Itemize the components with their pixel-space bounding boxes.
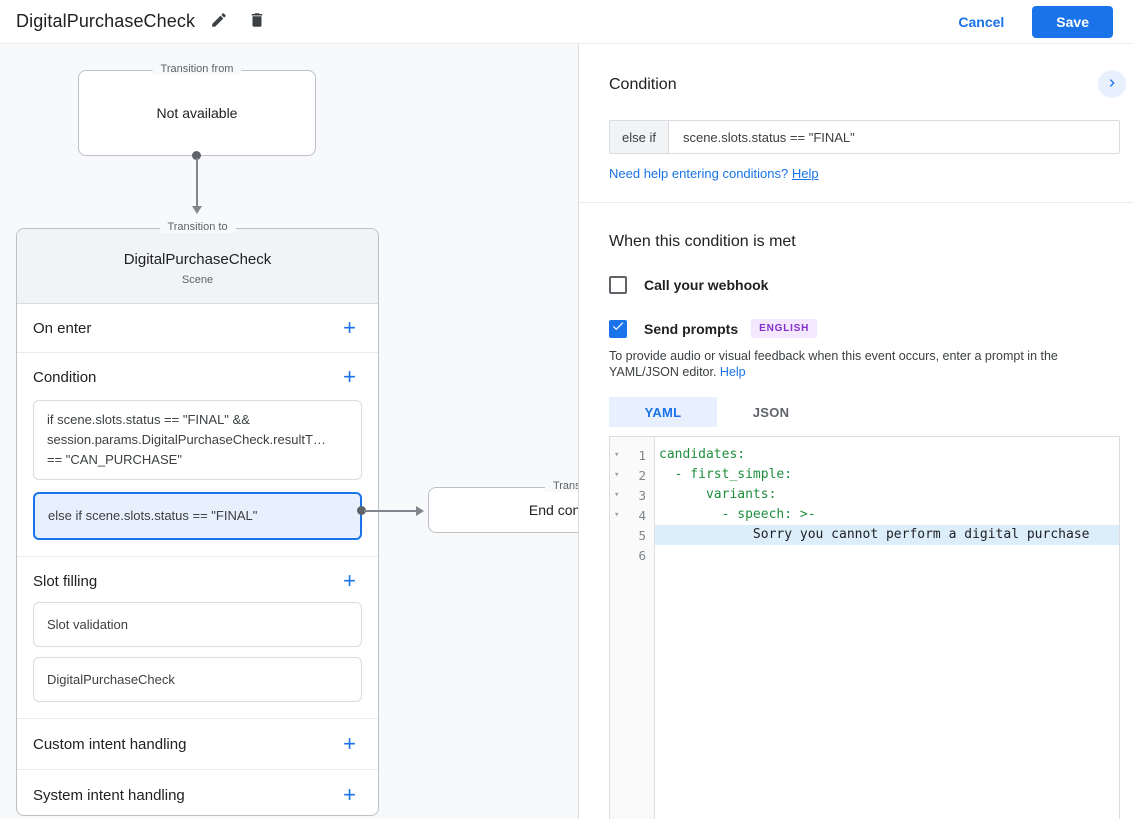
condition-help-line: Need help entering conditions? Help bbox=[609, 166, 1120, 181]
condition-elseif-text: else if scene.slots.status == "FINAL" bbox=[48, 508, 258, 523]
collapse-panel-button[interactable] bbox=[1098, 70, 1126, 98]
fold-arrow-icon[interactable]: ▾ bbox=[610, 450, 625, 460]
when-condition-met-title: When this condition is met bbox=[609, 233, 796, 250]
cancel-button[interactable]: Cancel bbox=[950, 8, 1012, 36]
slot-validation-item[interactable]: Slot validation bbox=[33, 602, 362, 647]
arrow-right-icon bbox=[416, 506, 424, 516]
connector-line-vertical bbox=[196, 158, 198, 206]
code-line: - speech: >- bbox=[659, 507, 816, 522]
scene-card-header: DigitalPurchaseCheck Scene bbox=[17, 229, 378, 304]
main-area: Transition from Not available Transition… bbox=[0, 44, 1133, 819]
line-number: 6 bbox=[638, 547, 646, 563]
editor-code-area[interactable]: candidates: - first_simple: variants: - … bbox=[655, 437, 1119, 819]
add-condition-button[interactable]: + bbox=[341, 366, 358, 388]
webhook-label: Call your webhook bbox=[644, 277, 769, 293]
topbar-actions: Cancel Save bbox=[950, 5, 1117, 38]
prompt-description: To provide audio or visual feedback when… bbox=[609, 349, 1058, 379]
condition-detail-panel: Condition else if Need help entering con… bbox=[578, 44, 1133, 819]
arrow-down-icon bbox=[192, 206, 202, 214]
pencil-icon bbox=[210, 11, 228, 32]
add-slot-button[interactable]: + bbox=[341, 570, 358, 592]
webhook-checkbox-row[interactable]: Call your webhook bbox=[609, 276, 1120, 294]
scene-type-label: Scene bbox=[181, 274, 214, 286]
help-text: Need help entering conditions? bbox=[609, 166, 792, 181]
send-prompts-label: Send prompts bbox=[644, 320, 739, 337]
slot-filling-label: Slot filling bbox=[33, 572, 98, 590]
language-badge: ENGLISH bbox=[751, 319, 818, 338]
page-title: DigitalPurchaseCheck bbox=[16, 11, 196, 31]
condition-if-line1: if scene.slots.status == "FINAL" && bbox=[47, 412, 250, 427]
add-custom-intent-button[interactable]: + bbox=[341, 733, 358, 755]
on-enter-label: On enter bbox=[33, 319, 92, 337]
panel-divider bbox=[579, 202, 1133, 203]
editor-gutter: ▾ 1 ▾ 2 ▾ 3 ▾ 4 5 6 bbox=[610, 437, 655, 819]
on-enter-row: On enter + bbox=[17, 304, 378, 353]
code-editor[interactable]: ▾ 1 ▾ 2 ▾ 3 ▾ 4 5 6 candidates: - first_simp… bbox=[609, 436, 1120, 819]
slot-digitalpurchasecheck-item[interactable]: DigitalPurchaseCheck bbox=[33, 657, 362, 702]
send-prompts-checkbox-row[interactable]: Send prompts ENGLISH bbox=[609, 319, 1120, 338]
page-header: DigitalPurchaseCheck Cancel Save bbox=[0, 0, 1133, 44]
code-line: - first_simple: bbox=[659, 467, 793, 482]
condition-if-line3: == "CAN_PURCHASE" bbox=[47, 452, 182, 467]
fold-arrow-icon[interactable]: ▾ bbox=[610, 470, 625, 480]
custom-intent-row: Custom intent handling + bbox=[17, 719, 378, 770]
custom-intent-label: Custom intent handling bbox=[33, 735, 187, 753]
editor-tabs: YAML JSON bbox=[609, 397, 1120, 427]
edit-name-button[interactable] bbox=[205, 8, 233, 36]
fold-arrow-icon[interactable]: ▾ bbox=[610, 510, 625, 520]
save-button[interactable]: Save bbox=[1032, 5, 1113, 38]
panel-title: Condition bbox=[609, 76, 677, 93]
transition-from-content: Not available bbox=[156, 105, 238, 121]
fold-arrow-icon[interactable]: ▾ bbox=[610, 490, 625, 500]
connector-line-horizontal bbox=[364, 510, 416, 512]
condition-if-item[interactable]: if scene.slots.status == "FINAL" && sess… bbox=[33, 400, 362, 480]
chevron-right-icon bbox=[1104, 75, 1120, 94]
line-number: 1 bbox=[638, 447, 646, 463]
send-prompts-checkbox-checked[interactable] bbox=[609, 319, 627, 338]
system-intent-label: System intent handling bbox=[33, 786, 185, 804]
tab-json[interactable]: JSON bbox=[717, 397, 825, 427]
help-link[interactable]: Help bbox=[792, 166, 819, 181]
scene-name: DigitalPurchaseCheck bbox=[123, 251, 272, 268]
delete-scene-button[interactable] bbox=[243, 8, 271, 36]
system-intent-row: System intent handling + bbox=[17, 770, 378, 819]
transition-from-node: Transition from Not available bbox=[78, 63, 316, 156]
line-number: 3 bbox=[638, 487, 646, 503]
add-on-enter-button[interactable]: + bbox=[341, 317, 358, 339]
prompt-help-link[interactable]: Help bbox=[720, 365, 746, 379]
condition-elseif-item-selected[interactable]: else if scene.slots.status == "FINAL" bbox=[33, 492, 362, 540]
condition-input-row: else if bbox=[609, 120, 1120, 154]
condition-section-label: Condition bbox=[33, 368, 97, 386]
transition-from-legend: Transition from bbox=[152, 63, 242, 75]
code-line-highlighted: Sorry you cannot perform a digital purch… bbox=[655, 525, 1119, 545]
condition-prefix-label: else if bbox=[610, 121, 669, 153]
line-number: 4 bbox=[638, 507, 646, 523]
add-system-intent-button[interactable]: + bbox=[341, 784, 358, 806]
tab-yaml[interactable]: YAML bbox=[609, 397, 717, 427]
condition-section: Condition + if scene.slots.status == "FI… bbox=[17, 353, 378, 557]
trash-icon bbox=[248, 11, 266, 32]
condition-expression-input[interactable] bbox=[668, 121, 1119, 153]
line-number: 2 bbox=[638, 467, 646, 483]
scene-card: Transition to DigitalPurchaseCheck Scene… bbox=[16, 221, 379, 819]
transition-to-legend: Transition to bbox=[159, 221, 236, 233]
slot-filling-section: Slot filling + Slot validation DigitalPu… bbox=[17, 557, 378, 719]
checkmark-icon bbox=[611, 319, 625, 338]
line-number: 5 bbox=[638, 527, 646, 543]
code-line: variants: bbox=[659, 487, 777, 502]
code-line: candidates: bbox=[659, 447, 746, 462]
webhook-checkbox-unchecked[interactable] bbox=[609, 276, 627, 294]
condition-if-line2: session.params.DigitalPurchaseCheck.resu… bbox=[47, 432, 326, 447]
